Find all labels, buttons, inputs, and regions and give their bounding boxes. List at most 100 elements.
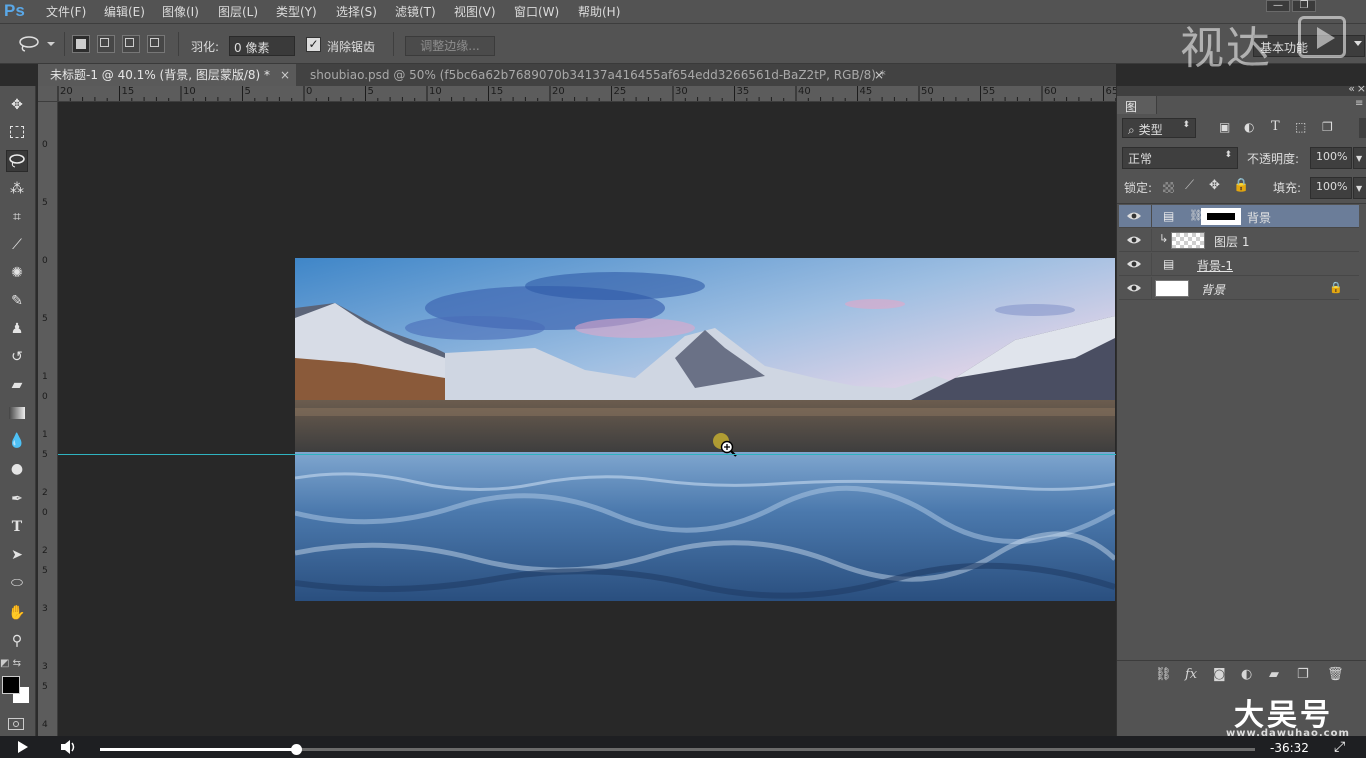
eye-icon[interactable]	[1126, 257, 1142, 271]
menu-edit[interactable]: 编辑(E)	[104, 3, 145, 20]
close-icon[interactable]: ×	[874, 64, 884, 86]
app-logo: Ps	[4, 1, 25, 20]
collapse-icon[interactable]: «	[1348, 82, 1355, 95]
lock-all-icon[interactable]: 🔒	[1233, 178, 1249, 193]
opacity-input[interactable]: 100%	[1310, 147, 1352, 169]
subtract-selection-icon[interactable]	[122, 35, 140, 53]
feather-label: 羽化:	[191, 40, 220, 54]
ruler-label: 55	[982, 86, 996, 97]
layer-mask-thumbnail[interactable]	[1201, 208, 1241, 225]
layer-row[interactable]: ↳ 图层 1	[1119, 229, 1359, 252]
layers-tab[interactable]: 图层	[1117, 96, 1157, 131]
clone-stamp-tool-icon[interactable]: ♟	[6, 318, 28, 340]
ruler-ticks	[57, 86, 1116, 101]
close-icon[interactable]: ×	[1357, 82, 1366, 95]
fill-input[interactable]: 100%	[1310, 177, 1352, 199]
menu-window[interactable]: 窗口(W)	[514, 3, 559, 20]
brush-tool-icon[interactable]: ✎	[6, 290, 28, 312]
layer-row[interactable]: 背景 🔒	[1119, 277, 1359, 300]
canvas-area[interactable]	[58, 102, 1116, 736]
eraser-tool-icon[interactable]: ▰	[6, 374, 28, 396]
layer-row[interactable]: ▤ ⛓ 背景	[1119, 205, 1359, 228]
layer-row[interactable]: ▤ 背景-1	[1119, 253, 1359, 276]
magic-wand-tool-icon[interactable]: ⁂	[6, 178, 28, 200]
marquee-tool-icon[interactable]	[6, 122, 28, 144]
fullscreen-icon[interactable]: ⤢	[1334, 739, 1345, 755]
lock-pixels-icon[interactable]: ⟋	[1185, 178, 1194, 193]
document-image[interactable]	[295, 258, 1115, 601]
lock-position-icon[interactable]: ✥	[1209, 178, 1220, 193]
link-layers-icon[interactable]: ⛓	[1155, 667, 1172, 682]
group-folder-icon[interactable]: ▰	[1269, 667, 1279, 682]
add-selection-icon[interactable]	[97, 35, 115, 53]
intersect-selection-icon[interactable]	[147, 35, 165, 53]
filter-smart-object-icon[interactable]: ❐	[1322, 120, 1333, 134]
feather-input[interactable]: 0 像素	[229, 36, 295, 56]
tab-document-1[interactable]: 未标题-1 @ 40.1% (背景, 图层蒙版/8) * ×	[38, 64, 296, 86]
menu-select[interactable]: 选择(S)	[336, 3, 377, 20]
eyedropper-tool-icon[interactable]: ⟋	[6, 234, 28, 256]
close-icon[interactable]: ×	[280, 64, 290, 86]
filter-type-icon[interactable]: T	[1271, 119, 1280, 134]
ruler-label: 20	[552, 86, 565, 97]
play-icon[interactable]	[18, 741, 28, 753]
hand-tool-icon[interactable]: ✋	[6, 602, 28, 624]
menu-layer[interactable]: 图层(L)	[218, 3, 258, 20]
blur-tool-icon[interactable]: 💧	[6, 430, 28, 452]
adjustment-layer-icon[interactable]: ◐	[1241, 667, 1252, 682]
filter-shape-icon[interactable]: ⬚	[1295, 120, 1306, 134]
minimize-button[interactable]: —	[1266, 0, 1290, 12]
menu-image[interactable]: 图像(I)	[162, 3, 199, 20]
lasso-tool-preset-icon[interactable]	[18, 36, 56, 52]
layer-thumbnail[interactable]	[1155, 280, 1189, 297]
zoom-tool-icon[interactable]: ⚲	[6, 630, 28, 652]
menu-view[interactable]: 视图(V)	[454, 3, 496, 20]
refine-edge-button[interactable]: 调整边缘...	[405, 36, 495, 56]
path-selection-tool-icon[interactable]: ➤	[6, 544, 28, 566]
filter-toggle[interactable]	[1359, 118, 1366, 138]
guide-line[interactable]	[58, 454, 1116, 455]
lasso-tool-icon[interactable]	[6, 150, 28, 172]
filter-pixel-icon[interactable]: ▣	[1219, 120, 1230, 134]
menu-help[interactable]: 帮助(H)	[578, 3, 620, 20]
eye-icon[interactable]	[1126, 233, 1142, 247]
eye-icon[interactable]	[1126, 281, 1142, 295]
trash-icon[interactable]: 🗑	[1327, 667, 1344, 682]
history-brush-tool-icon[interactable]: ↺	[6, 346, 28, 368]
blend-mode-select[interactable]: 正常 ⬍	[1122, 147, 1238, 169]
antialias-checkbox[interactable]: ✓	[306, 37, 321, 52]
menu-filter[interactable]: 滤镜(T)	[395, 3, 436, 20]
crop-tool-icon[interactable]: ⌗	[6, 206, 28, 228]
ellipse-tool-icon[interactable]: ⬭	[6, 572, 28, 594]
add-mask-icon[interactable]: ◙	[1213, 667, 1226, 682]
move-tool-icon[interactable]: ✥	[6, 94, 28, 116]
layer-thumbnail[interactable]	[1171, 232, 1205, 249]
dodge-tool-icon[interactable]: ●	[6, 458, 28, 480]
fx-icon[interactable]: fx	[1185, 667, 1197, 682]
ruler-label: 30	[675, 86, 688, 97]
healing-brush-tool-icon[interactable]: ✺	[6, 262, 28, 284]
pen-tool-icon[interactable]: ✒	[6, 488, 28, 510]
filter-adjustment-icon[interactable]: ◐	[1244, 120, 1254, 134]
tab-document-2[interactable]: shoubiao.psd @ 50% (f5bc6a62b7689070b341…	[298, 64, 890, 86]
foreground-color-swatch[interactable]	[2, 676, 20, 694]
menu-file[interactable]: 文件(F)	[46, 3, 86, 20]
eye-icon[interactable]	[1126, 209, 1142, 223]
gradient-tool-icon[interactable]	[6, 402, 28, 424]
menu-type[interactable]: 类型(Y)	[276, 3, 317, 20]
panel-menu-icon[interactable]: ≡	[1355, 98, 1363, 109]
filter-kind-select[interactable]: ⌕ 类型 ⬍	[1122, 118, 1196, 138]
lock-transparency-icon[interactable]	[1163, 182, 1174, 193]
fill-dropdown[interactable]: ▼	[1353, 177, 1366, 199]
ruler-label: 65	[1105, 86, 1117, 97]
default-colors-icon[interactable]: ◩ ⇆	[0, 658, 21, 669]
quick-mask-icon[interactable]	[8, 718, 24, 730]
volume-icon[interactable]	[60, 740, 78, 754]
maximize-button[interactable]: ❐	[1292, 0, 1316, 12]
new-layer-icon[interactable]: ❐	[1297, 667, 1309, 682]
ruler-label: 5	[42, 198, 48, 208]
menu-bar: Ps 文件(F) 编辑(E) 图像(I) 图层(L) 类型(Y) 选择(S) 滤…	[0, 0, 1366, 24]
new-selection-icon[interactable]	[72, 35, 90, 53]
opacity-dropdown[interactable]: ▼	[1353, 147, 1366, 169]
type-tool-icon[interactable]: T	[6, 516, 28, 538]
